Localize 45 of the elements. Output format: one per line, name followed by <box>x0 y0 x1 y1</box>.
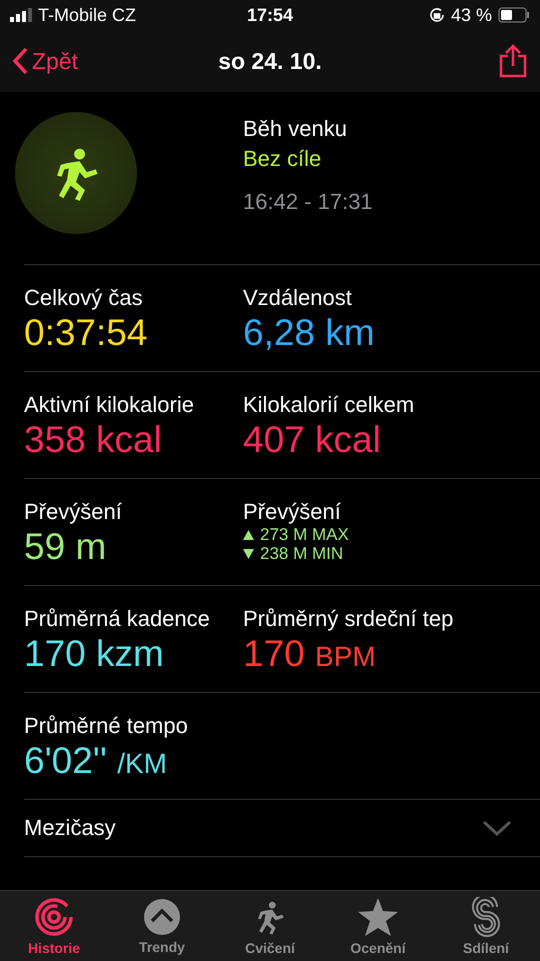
metric-label: Vzdálenost <box>243 285 353 311</box>
activity-rings-icon <box>34 896 74 936</box>
time-range: 16:42 - 17:31 <box>243 188 373 216</box>
section-label: Mezičasy <box>24 815 116 841</box>
workout-name: Běh venku <box>243 115 348 143</box>
back-button[interactable]: Zpět <box>12 47 78 75</box>
chevron-circle-icon <box>143 898 181 936</box>
metric-value: 0:37:54 <box>24 311 148 355</box>
metric-value: 6'02'' /KM <box>24 739 168 783</box>
metric-label: Průměrné tempo <box>24 713 189 739</box>
metric-label: Aktivní kilokalorie <box>24 392 195 418</box>
elevation-reading: 273 M MAX <box>243 525 462 544</box>
metric-value: 358 kcal <box>24 418 163 462</box>
metric-label: Celkový čas <box>24 285 144 311</box>
metric-label: Kilokalorií celkem <box>243 392 416 418</box>
signal-icon <box>10 8 32 22</box>
clock: 17:54 <box>246 4 294 26</box>
share-icon[interactable] <box>498 44 528 78</box>
metric-label: Průměrný srdeční tep <box>243 606 454 632</box>
down-triangle-icon <box>243 548 254 558</box>
battery-icon <box>498 7 530 23</box>
metric-value: 6,28 km <box>243 311 376 355</box>
metric-value: 407 kcal <box>243 418 382 462</box>
nav-title: so 24. 10. <box>218 48 322 74</box>
carrier-name: T-Mobile CZ <box>38 4 136 26</box>
section-row[interactable]: Mezičasy <box>24 800 540 857</box>
workout-goal: Bez cíle <box>243 145 322 173</box>
star-icon <box>357 896 399 936</box>
metric-label: Průměrná kadence <box>24 606 211 632</box>
linked-loops-icon <box>471 896 501 936</box>
tab-item[interactable]: Ocenění <box>328 896 428 956</box>
rotation-lock-icon <box>428 7 445 23</box>
up-triangle-icon <box>243 530 254 540</box>
metric-label: Převýšení <box>24 499 123 525</box>
battery-percent: 43 % <box>450 4 492 26</box>
tab-item[interactable]: Sdílení <box>436 896 536 956</box>
metric-value: 170 BPM <box>243 632 377 676</box>
metric-label: Převýšení <box>243 499 342 525</box>
tab-item[interactable]: Trendy <box>112 898 212 954</box>
metric-value: 170 kzm <box>24 632 165 676</box>
chevron-left-icon <box>12 47 28 75</box>
metric-value: 59 m <box>24 525 108 569</box>
tab-item[interactable]: Cvičení <box>220 896 320 956</box>
elevation-reading: 238 M MIN <box>243 544 462 563</box>
tab-item[interactable]: Historie <box>4 896 104 956</box>
